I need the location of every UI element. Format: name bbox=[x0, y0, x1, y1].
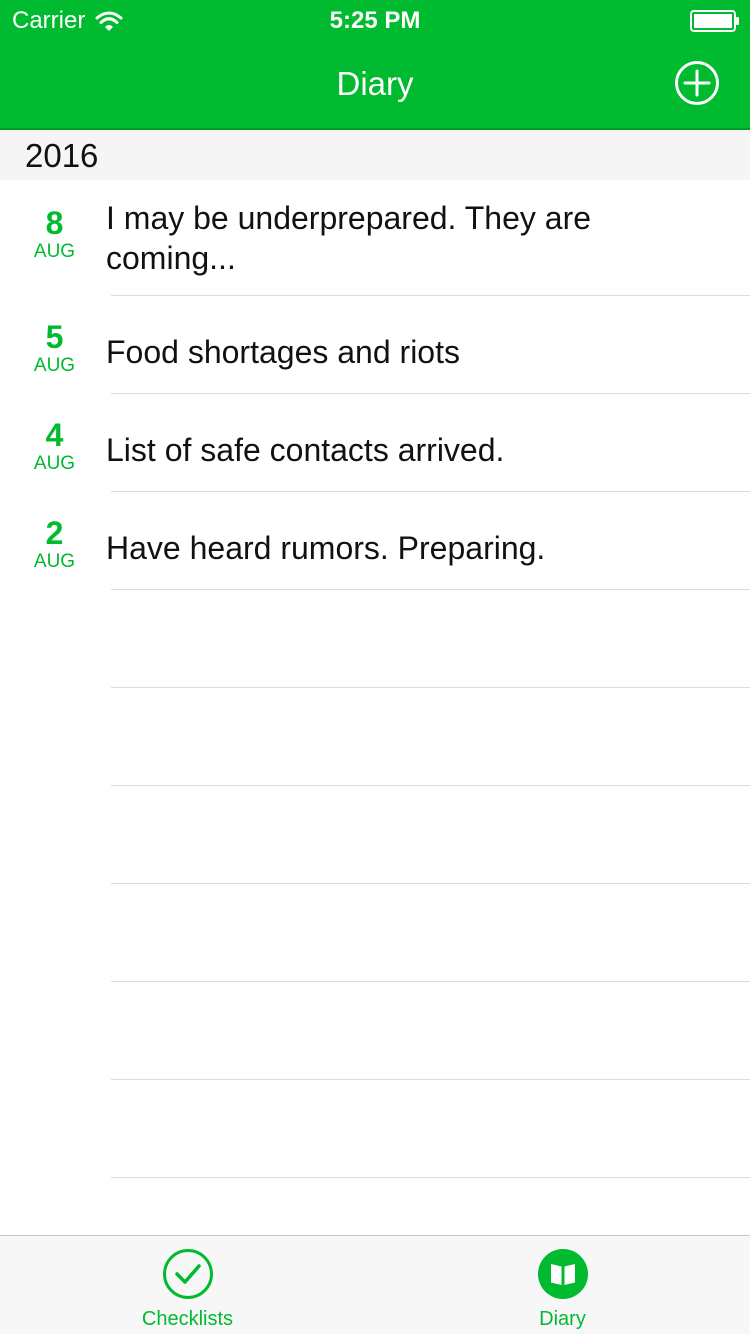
section-year: 2016 bbox=[25, 137, 99, 174]
nav-header: Carrier 5:25 PM Diary bbox=[0, 0, 750, 130]
diary-entry-row[interactable]: 4 AUG List of safe contacts arrived. bbox=[0, 394, 750, 492]
checkmark-circle-icon bbox=[162, 1249, 213, 1299]
entry-day: 8 bbox=[45, 205, 64, 241]
tab-diary[interactable]: Diary bbox=[375, 1236, 750, 1334]
entry-text: List of safe contacts arrived. bbox=[106, 432, 505, 468]
add-entry-button[interactable] bbox=[674, 60, 720, 106]
empty-row-separator bbox=[0, 590, 750, 688]
entry-day: 2 bbox=[45, 515, 64, 551]
entry-date: 4 AUG bbox=[0, 418, 109, 476]
entry-date: 2 AUG bbox=[0, 516, 109, 574]
empty-row-separator bbox=[0, 786, 750, 884]
diary-entry-row[interactable]: 2 AUG Have heard rumors. Preparing. bbox=[0, 492, 750, 590]
diary-entry-row[interactable]: 5 AUG Food shortages and riots bbox=[0, 296, 750, 394]
entry-date: 8 AUG bbox=[0, 206, 109, 264]
entry-month: AUG bbox=[33, 355, 76, 376]
entry-month: AUG bbox=[33, 241, 76, 262]
entry-text: Have heard rumors. Preparing. bbox=[106, 530, 546, 566]
diary-entry-row[interactable]: 8 AUG I may be underprepared. They are c… bbox=[0, 180, 750, 296]
empty-row-separator bbox=[0, 982, 750, 1080]
status-time: 5:25 PM bbox=[329, 7, 421, 34]
tab-diary-label: Diary bbox=[539, 1308, 586, 1330]
empty-row-separator bbox=[0, 884, 750, 982]
diary-list: 8 AUG I may be underprepared. They are c… bbox=[0, 180, 750, 1276]
plus-circle-icon bbox=[675, 61, 719, 105]
entry-day: 4 bbox=[45, 417, 64, 453]
battery-icon bbox=[690, 10, 739, 32]
empty-row-separator bbox=[0, 688, 750, 786]
open-book-icon bbox=[537, 1249, 588, 1299]
section-header: 2016 bbox=[0, 130, 750, 180]
entry-text: Food shortages and riots bbox=[106, 334, 460, 370]
entry-text: I may be underprepared. They are coming.… bbox=[106, 200, 592, 276]
entry-day: 5 bbox=[45, 319, 64, 355]
entry-month: AUG bbox=[33, 453, 76, 474]
entry-date: 5 AUG bbox=[0, 320, 109, 378]
tab-checklists[interactable]: Checklists bbox=[0, 1236, 375, 1334]
page-title: Diary bbox=[336, 65, 414, 102]
empty-row-separator bbox=[0, 1080, 750, 1178]
tab-checklists-label: Checklists bbox=[141, 1308, 234, 1330]
tab-bar: Checklists Diary bbox=[0, 1235, 750, 1334]
entry-month: AUG bbox=[33, 551, 76, 572]
screen: Carrier 5:25 PM Diary 2016 8 AUG I may b… bbox=[0, 0, 750, 1334]
